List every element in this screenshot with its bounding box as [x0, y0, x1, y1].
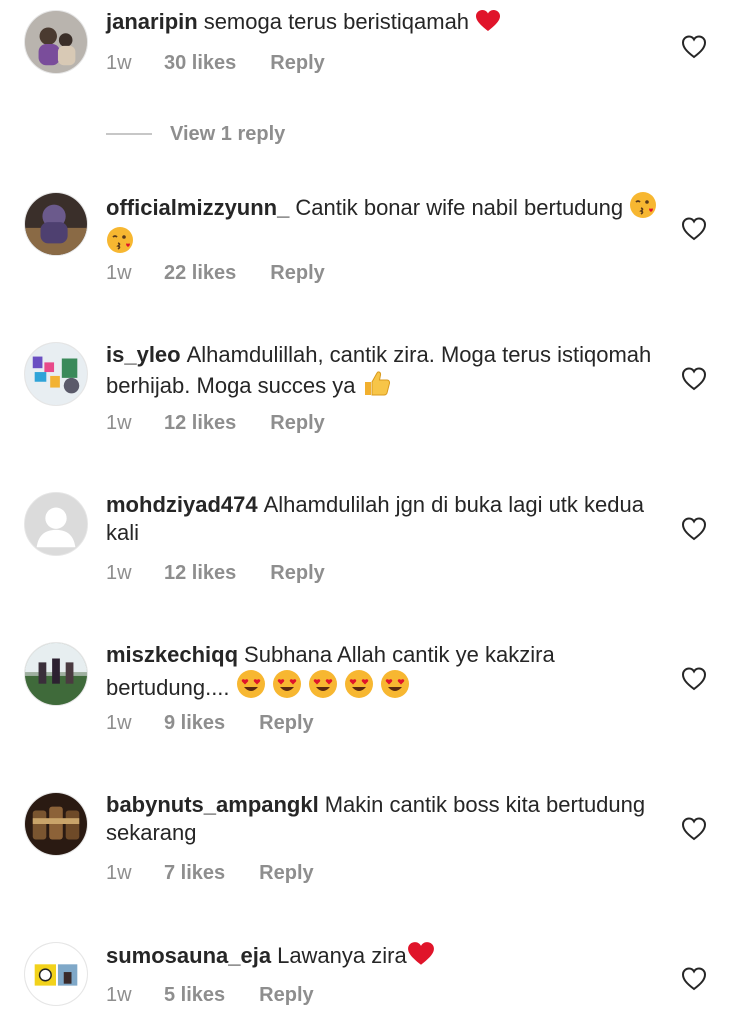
comment-text: semoga terus beristiqamah	[203, 9, 470, 34]
reply-button[interactable]: Reply	[270, 262, 324, 285]
kissing-face-icon	[106, 226, 134, 261]
like-heart-icon[interactable]	[680, 365, 708, 393]
like-heart-icon[interactable]	[680, 215, 708, 243]
avatar[interactable]	[24, 792, 88, 856]
reply-button[interactable]: Reply	[270, 412, 324, 435]
red-heart-icon	[475, 9, 501, 40]
comment-username[interactable]: babynuts_ampangkl	[106, 792, 319, 817]
comment-age: 1w	[106, 862, 132, 884]
kissing-face-icon	[629, 191, 657, 226]
comment-likes[interactable]: 7 likes	[164, 862, 225, 885]
avatar[interactable]	[24, 492, 88, 556]
comment-body: babynuts_ampangkl Makin cantik boss kita …	[106, 791, 666, 847]
reply-button[interactable]: Reply	[270, 562, 324, 585]
reply-button[interactable]: Reply	[259, 862, 313, 885]
comment-body: is_yleo Alhamdulillah, cantik zira. Moga …	[106, 341, 666, 404]
comment-meta: 1w 9 likes Reply	[106, 712, 314, 735]
comment-body: sumosauna_eja Lawanya zira	[106, 941, 666, 974]
avatar[interactable]	[24, 192, 88, 256]
reply-button[interactable]: Reply	[259, 712, 313, 735]
comment-username[interactable]: mohdziyad474	[106, 492, 258, 517]
view-replies-button[interactable]: View 1 reply	[106, 120, 285, 148]
like-heart-icon[interactable]	[680, 665, 708, 693]
comment-age: 1w	[106, 412, 132, 434]
like-heart-icon[interactable]	[680, 515, 708, 543]
avatar[interactable]	[24, 942, 88, 1006]
comment-age: 1w	[106, 262, 132, 284]
comment-username[interactable]: is_yleo	[106, 342, 181, 367]
like-heart-icon[interactable]	[680, 965, 708, 993]
heart-eyes-icon	[344, 669, 374, 706]
heart-eyes-icon	[236, 669, 266, 706]
comment-meta: 1w 7 likes Reply	[106, 862, 314, 885]
comment-likes[interactable]: 12 likes	[164, 562, 236, 585]
comment-age: 1w	[106, 562, 132, 584]
comment-age: 1w	[106, 984, 132, 1006]
comment-likes[interactable]: 22 likes	[164, 262, 236, 285]
comment-meta: 1w 30 likes Reply	[106, 52, 325, 75]
comment-body: officialmizzyunn_ Cantik bonar wife nabil…	[106, 191, 666, 261]
comment-body: miszkechiqq Subhana Allah cantik ye kakzi…	[106, 641, 666, 706]
comment-meta: 1w 12 likes Reply	[106, 562, 325, 585]
comment-likes[interactable]: 5 likes	[164, 984, 225, 1007]
comment-username[interactable]: sumosauna_eja	[106, 943, 271, 968]
comment-meta: 1w 5 likes Reply	[106, 984, 314, 1007]
reply-button[interactable]: Reply	[259, 984, 313, 1007]
view-replies-label: View 1 reply	[170, 122, 286, 145]
avatar[interactable]	[24, 10, 88, 74]
comment-text: Cantik bonar wife nabil bertudung	[295, 195, 624, 220]
comment-body: mohdziyad474 Alhamdulilah jgn di buka lag…	[106, 491, 666, 547]
comment-meta: 1w 12 likes Reply	[106, 412, 325, 435]
avatar[interactable]	[24, 642, 88, 706]
comment-username[interactable]: officialmizzyunn_	[106, 195, 289, 220]
comment-meta: 1w 22 likes Reply	[106, 262, 325, 285]
comment-likes[interactable]: 9 likes	[164, 712, 225, 735]
like-heart-icon[interactable]	[680, 33, 708, 61]
reply-button[interactable]: Reply	[270, 52, 324, 75]
red-heart-icon	[407, 941, 435, 974]
thumbs-up-icon	[362, 369, 392, 404]
comment-likes[interactable]: 30 likes	[164, 52, 236, 75]
heart-eyes-icon	[308, 669, 338, 706]
divider-line	[106, 133, 152, 135]
comment-age: 1w	[106, 52, 132, 74]
comment-age: 1w	[106, 712, 132, 734]
comment-username[interactable]: janaripin	[106, 9, 198, 34]
heart-eyes-icon	[380, 669, 410, 706]
heart-eyes-icon	[272, 669, 302, 706]
comment-body: janaripin semoga terus beristiqamah	[106, 8, 666, 40]
comment-text: Lawanya zira	[277, 943, 407, 968]
like-heart-icon[interactable]	[680, 815, 708, 843]
avatar[interactable]	[24, 342, 88, 406]
comment-likes[interactable]: 12 likes	[164, 412, 236, 435]
comment-username[interactable]: miszkechiqq	[106, 642, 238, 667]
